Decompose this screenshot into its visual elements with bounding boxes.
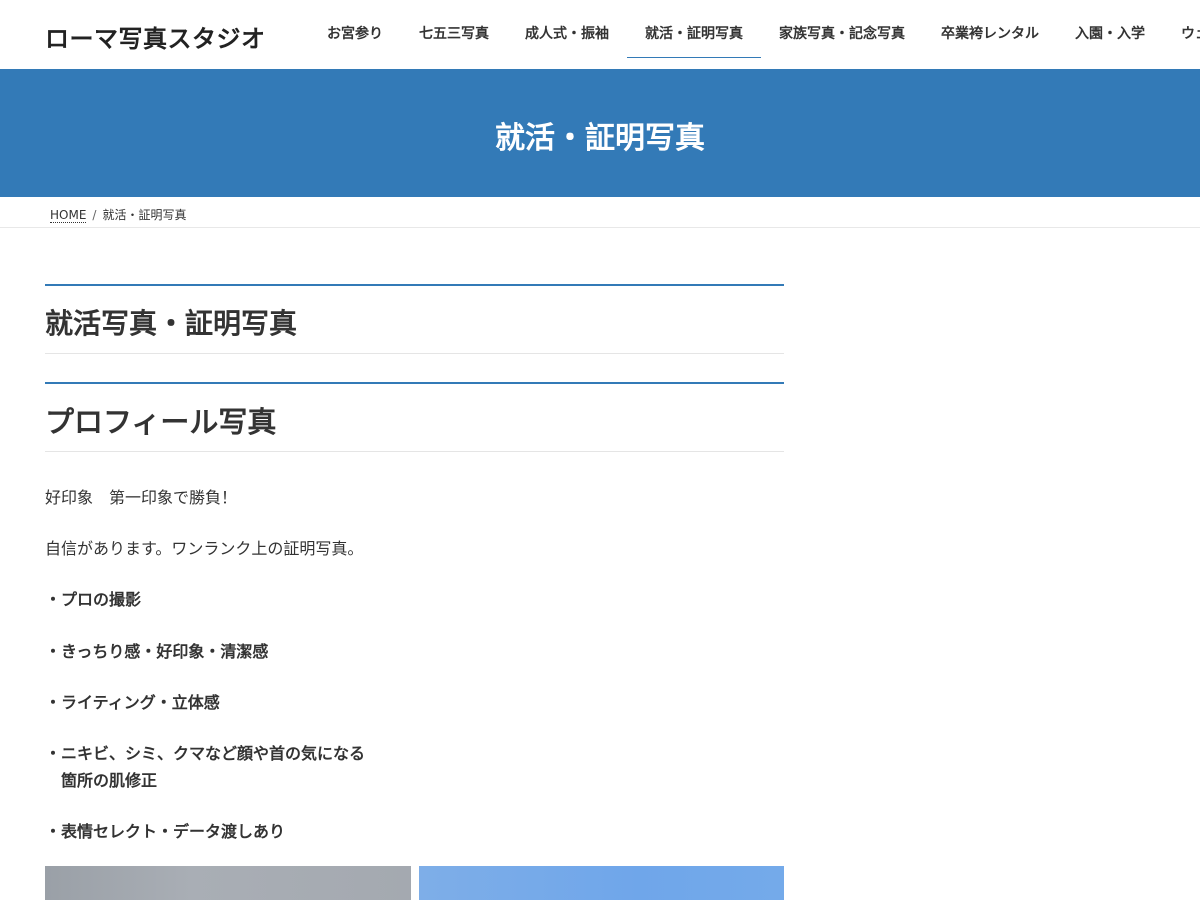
intro-text-first-impression: 好印象 第一印象で勝負！: [45, 488, 238, 507]
global-nav: お宮参り 七五三写真 成人式・振袖 就活・証明写真 家族写真・記念写真 卒業袴レンタル 入園…: [309, 0, 1200, 69]
sample-photo-gray: [45, 866, 411, 900]
nav-item-wedding[interactable]: ウェ: [1163, 0, 1200, 58]
nav-item-shichigosan[interactable]: 七五三写真: [401, 0, 507, 58]
feature-lighting: ・ライティング・立体感: [45, 693, 220, 712]
feature-pro-shooting: ・プロの撮影: [45, 590, 142, 609]
breadcrumb-separator: /: [92, 208, 97, 222]
page-banner: 就活・証明写真: [0, 69, 1200, 197]
main-content: 就活写真・証明写真 プロフィール写真: [45, 284, 784, 452]
page-title: 就活・証明写真: [495, 121, 705, 156]
nav-item-nyuen-nyugaku[interactable]: 入園・入学: [1057, 0, 1163, 58]
nav-item-hakama-rental[interactable]: 卒業袴レンタル: [923, 0, 1057, 58]
breadcrumb: HOME / 就活・証明写真: [50, 206, 186, 223]
nav-item-seijinshiki[interactable]: 成人式・振袖: [507, 0, 627, 58]
nav-item-shukatsu-active[interactable]: 就活・証明写真: [627, 0, 761, 58]
feature-impression: ・きっちり感・好印象・清潔感: [45, 642, 269, 661]
nav-item-omiyamairi[interactable]: お宮参り: [309, 0, 401, 58]
site-header: ローマ写真スタジオ お宮参り 七五三写真 成人式・振袖 就活・証明写真 家族写真・記念写…: [0, 0, 1200, 69]
intro-text-confidence: 自信があります。ワンランク上の証明写真。: [45, 539, 364, 558]
feature-expression-select: ・表情セレクト・データ渡しあり: [45, 822, 286, 841]
breadcrumb-current: 就活・証明写真: [102, 208, 187, 222]
feature-retouch-continued: 箇所の肌修正: [61, 771, 158, 790]
feature-retouch: ・ニキビ、シミ、クマなど顔や首の気になる: [45, 744, 366, 763]
site-logo[interactable]: ローマ写真スタジオ: [45, 19, 266, 54]
breadcrumb-home-link[interactable]: HOME: [50, 208, 87, 223]
section-heading-profile: プロフィール写真: [45, 382, 784, 452]
breadcrumb-bar: HOME / 就活・証明写真: [0, 197, 1200, 228]
sample-photo-blue: [419, 866, 784, 900]
section-heading-shukatsu: 就活写真・証明写真: [45, 284, 784, 354]
nav-item-family-photo[interactable]: 家族写真・記念写真: [761, 0, 923, 58]
